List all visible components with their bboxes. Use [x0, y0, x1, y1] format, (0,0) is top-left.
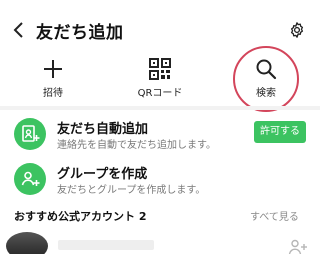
official-accounts-heading: おすすめ公式アカウント 2 — [14, 210, 147, 223]
search-highlight-ring — [233, 46, 299, 112]
auto-add-avatar — [14, 118, 46, 150]
auto-add-title: 友だち自動追加 — [57, 122, 149, 137]
qr-code-button[interactable]: QRコード — [120, 56, 200, 102]
see-all-link[interactable]: すべて見る — [250, 208, 299, 223]
back-arrow-icon[interactable] — [12, 20, 26, 40]
contact-book-add-icon — [22, 125, 40, 142]
auto-add-subtitle: 連絡先を自動で友だち追加します。 — [57, 140, 216, 151]
add-friend-icon[interactable] — [288, 238, 308, 254]
create-group-subtitle: 友だちとグループを作成します。 — [57, 185, 206, 196]
group-add-icon — [21, 171, 40, 186]
invite-label: 招待 — [43, 88, 63, 99]
qr-code-label: QRコード — [137, 88, 183, 99]
section-divider — [0, 106, 320, 110]
create-group-avatar — [14, 163, 46, 195]
qr-code-icon — [149, 58, 171, 80]
invite-button[interactable]: 招待 — [13, 56, 93, 102]
gear-icon[interactable] — [288, 21, 306, 39]
create-group-row[interactable]: グループを作成 友だちとグループを作成します。 — [0, 163, 320, 211]
create-group-title: グループを作成 — [57, 167, 148, 182]
official-account-name-placeholder — [58, 240, 154, 250]
page-title: 友だち追加 — [36, 23, 124, 43]
allow-button[interactable]: 許可する — [254, 121, 306, 143]
official-account-avatar[interactable] — [6, 232, 48, 254]
plus-icon — [44, 60, 62, 78]
